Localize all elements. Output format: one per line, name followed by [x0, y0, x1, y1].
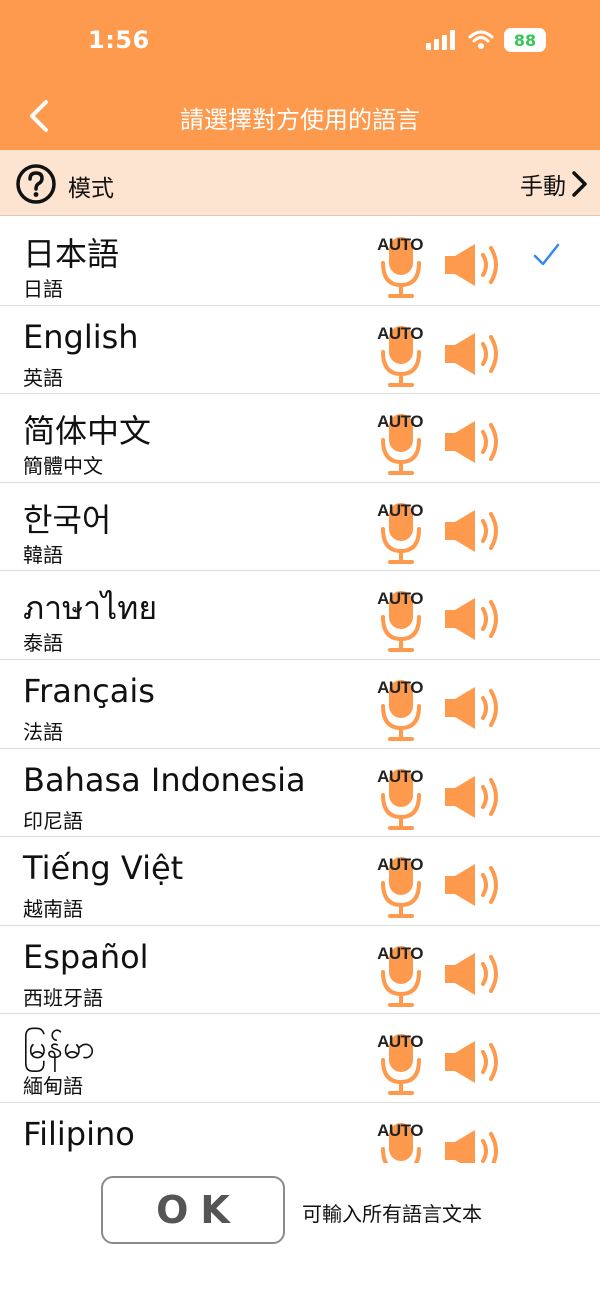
auto-mic-button[interactable]: AUTO [372, 231, 430, 299]
auto-label: AUTO [377, 677, 423, 697]
language-name: English [23, 317, 139, 356]
language-name: 日本語 [23, 235, 120, 273]
page-title: 請選擇對方使用的語言 [180, 106, 420, 134]
speaker-icon[interactable] [443, 1127, 509, 1163]
language-list: 日本語 日語 AUTO English 英語 AUTO 简体中文 簡體中文 AU… [0, 217, 600, 1163]
auto-mic-button[interactable]: AUTO [372, 408, 430, 476]
chevron-right-icon [572, 171, 587, 197]
language-name: Français [23, 671, 155, 710]
auto-mic-button[interactable]: AUTO [372, 585, 430, 653]
language-name: 한국어 [23, 500, 112, 539]
auto-label: AUTO [377, 412, 423, 432]
language-row[interactable]: Français 法語 AUTO [0, 660, 600, 749]
mode-bar: 模式 手動 [0, 150, 600, 216]
auto-label: AUTO [377, 855, 423, 875]
language-row[interactable]: ภาษาไทย 泰語 AUTO [0, 571, 600, 660]
language-row[interactable]: Español 西班牙語 AUTO [0, 926, 600, 1015]
language-name: Español [23, 937, 149, 976]
speaker-icon[interactable] [443, 595, 509, 643]
top-bar: 1:56 88 請選擇對方使用的語言 [0, 0, 600, 150]
auto-label: AUTO [377, 1032, 423, 1052]
speaker-icon[interactable] [443, 950, 509, 998]
language-subtitle: 日語 [23, 277, 63, 301]
speaker-icon[interactable] [443, 773, 509, 821]
language-subtitle: 西班牙語 [23, 985, 103, 1010]
auto-mic-button[interactable]: AUTO [372, 1028, 430, 1096]
auto-mic-button[interactable]: AUTO [372, 763, 430, 831]
language-subtitle: 越南語 [23, 897, 83, 922]
language-subtitle: 英語 [23, 365, 63, 390]
language-row[interactable]: Tiếng Việt 越南語 AUTO [0, 837, 600, 926]
mode-value: 手動 [520, 174, 566, 200]
ok-button[interactable]: OK [101, 1176, 285, 1244]
help-icon[interactable] [15, 163, 57, 205]
battery-icon: 88 [504, 28, 546, 52]
auto-mic-button[interactable]: AUTO [372, 674, 430, 742]
speaker-icon[interactable] [443, 241, 509, 289]
auto-label: AUTO [377, 235, 423, 254]
language-row[interactable]: Bahasa Indonesia 印尼語 AUTO [0, 749, 600, 838]
auto-mic-button[interactable]: AUTO [372, 497, 430, 565]
language-subtitle: 緬甸語 [23, 1074, 83, 1099]
language-subtitle: 法語 [23, 719, 63, 744]
speaker-icon[interactable] [443, 1038, 509, 1086]
language-name: Tiếng Việt [23, 849, 184, 888]
language-row[interactable]: 한국어 韓語 AUTO [0, 483, 600, 572]
auto-label: AUTO [377, 766, 423, 786]
status-icons: 88 [426, 28, 546, 52]
auto-label: AUTO [377, 589, 423, 609]
auto-label: AUTO [377, 323, 423, 343]
language-name: 简体中文 [23, 412, 152, 451]
auto-label: AUTO [377, 500, 423, 520]
auto-label: AUTO [377, 1120, 423, 1140]
language-name: Filipino [23, 1114, 135, 1153]
language-row[interactable]: English 英語 AUTO [0, 306, 600, 395]
language-subtitle: 泰語 [23, 631, 63, 656]
status-time: 1:56 [88, 26, 150, 54]
auto-mic-button[interactable]: AUTO [372, 1117, 430, 1163]
mode-label: 模式 [68, 176, 114, 202]
speaker-icon[interactable] [443, 507, 509, 555]
auto-mic-button[interactable]: AUTO [372, 940, 430, 1008]
language-subtitle: 印尼語 [23, 808, 83, 833]
language-subtitle: 簡體中文 [23, 454, 103, 479]
auto-mic-button[interactable]: AUTO [372, 851, 430, 919]
language-subtitle: 菲律賓語 [23, 1159, 103, 1164]
wifi-icon [468, 30, 494, 49]
language-name: မြန်မာ [23, 1028, 95, 1067]
speaker-icon[interactable] [443, 418, 509, 466]
language-row[interactable]: မြန်မာ 緬甸語 AUTO [0, 1014, 600, 1103]
language-row[interactable]: 简体中文 簡體中文 AUTO [0, 394, 600, 483]
signal-icon [426, 30, 455, 50]
mode-selector[interactable]: 手動 [520, 167, 590, 201]
speaker-icon[interactable] [443, 861, 509, 909]
auto-mic-button[interactable]: AUTO [372, 320, 430, 388]
speaker-icon[interactable] [443, 330, 509, 378]
checkmark-icon [533, 243, 560, 266]
language-name: Bahasa Indonesia [23, 760, 306, 799]
input-note: 可輸入所有語言文本 [302, 1202, 482, 1226]
language-row[interactable]: 日本語 日語 AUTO [0, 217, 600, 306]
language-row[interactable]: Filipino 菲律賓語 AUTO [0, 1103, 600, 1163]
auto-label: AUTO [377, 943, 423, 963]
speaker-icon[interactable] [443, 684, 509, 732]
language-subtitle: 韓語 [23, 542, 63, 567]
